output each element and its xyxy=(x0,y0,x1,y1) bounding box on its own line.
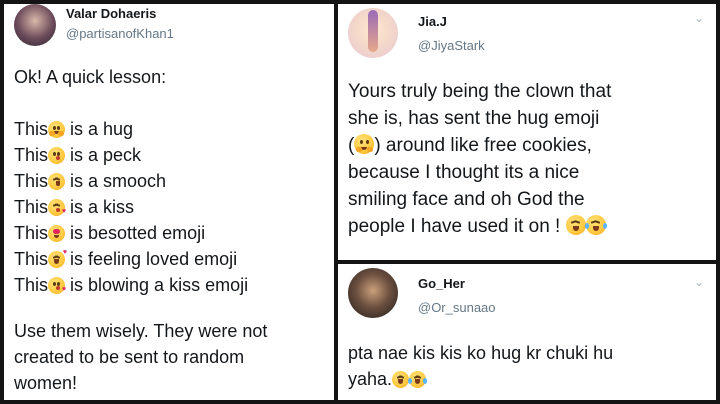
intro-line: Ok! A quick lesson: xyxy=(14,67,167,87)
lesson-line: This ♥ is a kiss xyxy=(14,197,135,217)
tweet-line: Yours truly being the clown that xyxy=(348,81,612,102)
hugging-face-icon xyxy=(48,121,66,138)
chevron-down-icon[interactable]: ⌄ xyxy=(694,12,704,24)
tweet-text: pta nae kis kis ko hug kr chuki hu yaha. xyxy=(348,340,710,392)
user-handle[interactable]: @Or_sunaao xyxy=(418,300,496,315)
avatar[interactable] xyxy=(348,268,398,318)
tweet-line: pta nae kis kis ko hug kr chuki hu xyxy=(348,343,614,363)
tweet-line: () around like free cookies, xyxy=(348,134,592,156)
display-name[interactable]: Valar Dohaeris xyxy=(66,6,156,21)
tweet-line: she is, has sent the hug emoji xyxy=(348,108,600,129)
user-handle[interactable]: @JiyaStark xyxy=(418,38,485,53)
lesson-line: This ♥ is feeling loved emoji xyxy=(14,249,238,269)
face-with-tears-of-joy-icon xyxy=(408,371,428,388)
avatar[interactable] xyxy=(14,4,56,46)
lesson-line: This is besotted emoji xyxy=(14,223,206,243)
grinning-squinting-face-icon xyxy=(392,371,410,388)
heart-eyes-icon xyxy=(48,225,66,242)
tweet-line: because I thought its a nice xyxy=(348,162,580,183)
smiling-face-with-hearts-icon: ♥ xyxy=(48,249,67,268)
tweet-text: Ok! A quick lesson: This is a hug This i… xyxy=(14,64,332,396)
tweet-line: people I have used it on ! xyxy=(348,213,710,240)
display-name[interactable]: Go_Her xyxy=(418,276,465,291)
lesson-line: This ♥ is blowing a kiss emoji xyxy=(14,275,249,295)
kissing-closed-eyes-icon: ♥ xyxy=(48,199,66,216)
display-name[interactable]: Jia.J xyxy=(418,14,447,29)
lesson-line: This is a hug xyxy=(14,119,134,139)
closing-line: women! xyxy=(14,373,78,393)
hugging-face-icon xyxy=(354,134,375,154)
face-with-tears-of-joy-icon xyxy=(584,215,607,235)
lesson-line: This is a peck xyxy=(14,145,142,165)
chevron-down-icon[interactable]: ⌄ xyxy=(694,276,704,288)
face-blowing-kiss-icon: ♥ xyxy=(48,277,66,294)
avatar[interactable] xyxy=(348,8,398,58)
tweet-line: smiling face and oh God the xyxy=(348,189,585,210)
grinning-squinting-face-icon xyxy=(565,215,586,235)
tweet-line: yaha. xyxy=(348,366,710,392)
tweet-card-valar: Valar Dohaeris @partisanofKhan1 Ok! A qu… xyxy=(4,4,334,400)
lesson-line: This is a smooch xyxy=(14,171,167,191)
tweet-card-goher: Go_Her @Or_sunaao ⌄ pta nae kis kis ko h… xyxy=(338,264,716,400)
avatar-figure xyxy=(368,10,378,52)
user-handle[interactable]: @partisanofKhan1 xyxy=(66,26,174,41)
tweet-card-jia: Jia.J @JiyaStark ⌄ Yours truly being the… xyxy=(338,4,716,260)
tweet-text: Yours truly being the clown that she is,… xyxy=(348,78,710,240)
kissing-face-icon xyxy=(48,147,66,164)
kissing-smiling-eyes-icon xyxy=(48,173,66,190)
closing-line: created to be sent to random xyxy=(14,347,245,367)
closing-line: Use them wisely. They were not xyxy=(14,321,268,341)
